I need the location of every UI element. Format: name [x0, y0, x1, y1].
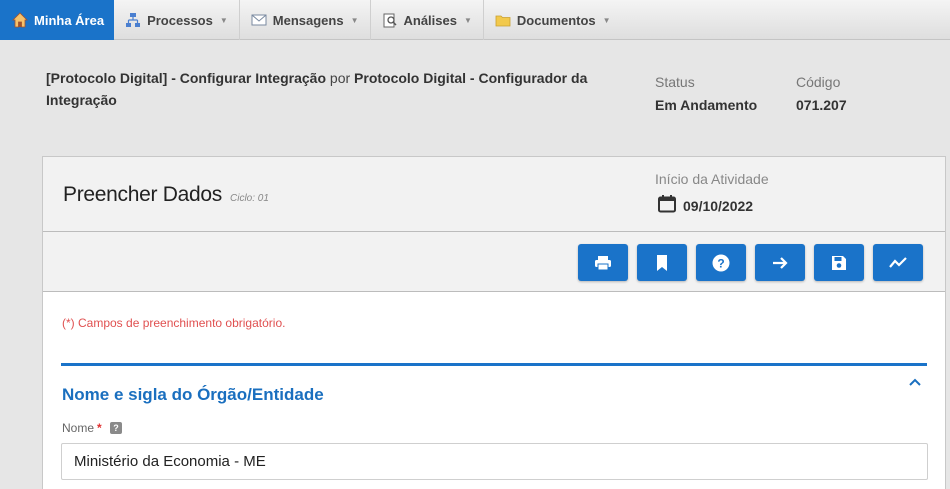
analysis-icon — [382, 12, 398, 28]
bookmark-icon — [657, 254, 667, 271]
required-marker: * — [97, 421, 102, 435]
required-note: (*) Campos de preenchimento obrigatório. — [62, 316, 286, 330]
status-label: Status — [655, 74, 695, 90]
name-field-label: Nome * — [62, 421, 102, 435]
svg-text:?: ? — [717, 256, 724, 270]
nav-processos[interactable]: Processos ▼ — [114, 0, 240, 40]
advance-button[interactable] — [755, 244, 805, 281]
help-button[interactable]: ? — [696, 244, 746, 281]
chevron-down-icon: ▼ — [350, 15, 359, 25]
status-value: Em Andamento — [655, 97, 758, 113]
action-toolbar: ? — [43, 232, 945, 292]
nav-label: Documentos — [516, 12, 596, 28]
nav-minha-area[interactable]: Minha Área — [0, 0, 115, 40]
nav-label: Processos — [147, 12, 213, 28]
section-divider — [61, 363, 927, 366]
chevron-up-icon[interactable] — [907, 375, 923, 391]
nav-analises[interactable]: Análises ▼ — [371, 0, 484, 40]
home-icon — [12, 12, 28, 28]
chart-button[interactable] — [873, 244, 923, 281]
processes-icon — [125, 12, 141, 28]
process-title: [Protocolo Digital] - Configurar Integra… — [46, 67, 606, 111]
top-nav: Minha Área Processos ▼ Mensagens ▼ Análi… — [0, 0, 950, 40]
save-button[interactable] — [814, 244, 864, 281]
chart-icon — [889, 256, 907, 268]
process-title-part1: [Protocolo Digital] - Configurar Integra… — [46, 70, 327, 86]
help-icon[interactable]: ? — [110, 422, 122, 434]
bookmark-button[interactable] — [637, 244, 687, 281]
nav-label: Mensagens — [272, 12, 344, 28]
calendar-icon — [657, 194, 677, 214]
page-title: Preencher Dados — [63, 183, 222, 206]
envelope-icon — [251, 12, 267, 28]
save-icon — [832, 255, 846, 270]
activity-card: Preencher Dados Ciclo: 01 Início da Ativ… — [42, 156, 946, 489]
nav-documentos[interactable]: Documentos ▼ — [484, 0, 622, 40]
chevron-down-icon: ▼ — [602, 15, 611, 25]
section-title: Nome e sigla do Órgão/Entidade — [62, 385, 324, 404]
code-value: 071.207 — [796, 97, 847, 113]
name-label-text: Nome — [62, 421, 95, 435]
chevron-down-icon: ▼ — [219, 15, 228, 25]
start-date-value: 09/10/2022 — [683, 198, 754, 214]
help-icon: ? — [712, 254, 730, 271]
print-icon — [595, 255, 611, 270]
code-label: Código — [796, 74, 841, 90]
cycle-label: Ciclo: 01 — [230, 193, 269, 204]
nav-label: Análises — [403, 12, 457, 28]
nav-mensagens[interactable]: Mensagens ▼ — [240, 0, 371, 40]
process-title-connector: por — [329, 70, 351, 86]
card-header: Preencher Dados Ciclo: 01 Início da Ativ… — [43, 157, 945, 232]
nav-label: Minha Área — [34, 12, 105, 28]
name-input[interactable] — [61, 443, 928, 480]
chevron-down-icon: ▼ — [463, 15, 472, 25]
start-date-label: Início da Atividade — [655, 171, 769, 187]
folder-icon — [495, 12, 511, 28]
print-button[interactable] — [578, 244, 628, 281]
arrow-right-icon — [773, 256, 788, 269]
